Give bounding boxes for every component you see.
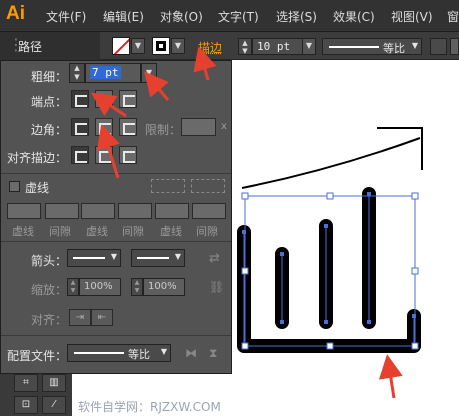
stroke-weight-field[interactable]: 10 pt — [252, 38, 304, 55]
gap-3-input[interactable] — [192, 203, 226, 219]
end-arrowhead-dropdown[interactable]: ▼ — [131, 249, 185, 267]
miter-join-button[interactable] — [71, 118, 89, 136]
arrow-extend-button[interactable]: ⇥ — [69, 309, 91, 326]
weight-panel-stepper[interactable]: ▲ ▼ — [69, 63, 85, 83]
align-inside-button[interactable] — [95, 146, 113, 164]
gap-2-label: 间隙 — [122, 225, 144, 238]
width-profile-dropdown[interactable]: 等比 ▼ — [67, 344, 171, 362]
dash-3-label: 虚线 — [160, 225, 182, 238]
swap-arrowheads-icon[interactable]: ⇄ — [209, 251, 220, 266]
arrow-align-label: 对齐： — [31, 313, 68, 327]
symbol-sprayer-tool-icon[interactable]: ⌗ — [14, 374, 38, 392]
window-button[interactable] — [450, 38, 459, 55]
scale-start-stepper[interactable]: ▲ ▼ — [67, 278, 79, 296]
dash-3-input[interactable] — [155, 203, 189, 219]
cap-label: 端点： — [31, 95, 68, 109]
weight-dropdown-button[interactable]: ▼ — [141, 63, 157, 83]
dash-1-input[interactable] — [7, 203, 41, 219]
dashed-label: 虚线 — [25, 181, 50, 195]
app-logo: Ai — [6, 3, 25, 24]
control-bar: ⋮ 路径 ▼ ▼ 描边 ▲ ▼ 10 pt ▼ 等比 ▼ — [0, 32, 459, 60]
flip-vertical-icon[interactable]: ⧗ — [209, 346, 217, 361]
chevron-down-icon: ▼ — [174, 252, 181, 261]
slice-tool-icon[interactable]: ⁄ — [42, 396, 66, 414]
graph-tool-icon[interactable]: ▥ — [42, 374, 66, 392]
flip-horizontal-icon[interactable]: ⧓ — [185, 346, 197, 360]
butt-cap-button[interactable] — [71, 90, 89, 108]
chevron-down-icon: ▼ — [411, 41, 418, 50]
bevel-join-button[interactable] — [119, 118, 137, 136]
fill-swatch[interactable] — [112, 37, 130, 55]
gap-2-input[interactable] — [118, 203, 152, 219]
stroke-panel: 粗细： ▲ ▼ 7 pt ▼ 端点： 边角： 限制： x 对齐描边： 虚线 虚线 … — [0, 60, 232, 374]
gap-1-label: 间隙 — [49, 225, 71, 238]
panel-menu-button[interactable] — [430, 38, 447, 55]
stroke-dropdown-arrow[interactable]: ▼ — [171, 38, 185, 54]
weight-input-value: 7 pt — [90, 66, 121, 79]
arrow-place-button[interactable]: ⇤ — [91, 309, 113, 326]
dash-align-button[interactable] — [191, 179, 225, 193]
profile-line-icon — [329, 46, 379, 48]
selection-type-label: 路径 — [18, 40, 43, 54]
corner-label: 边角： — [31, 123, 68, 137]
trend-arrow-head[interactable] — [377, 127, 423, 170]
divider — [1, 173, 231, 174]
none-fill-icon — [113, 38, 129, 54]
menu-effect[interactable]: 效果(C) — [333, 8, 375, 25]
tools-panel: ⌗ ▥ ⊡ ⁄ — [0, 374, 72, 416]
menu-type[interactable]: 文字(T) — [218, 8, 259, 25]
round-join-button[interactable] — [95, 118, 113, 136]
scale-end-field[interactable]: 100% — [143, 278, 185, 296]
link-scale-icon[interactable]: ⛓ — [209, 280, 224, 294]
limit-label: 限制： — [145, 123, 182, 137]
arrowhead-label: 箭头： — [31, 254, 68, 268]
menu-bar: Ai 文件(F) 编辑(E) 对象(O) 文字(T) 选择(S) 效果(C) 视… — [0, 0, 459, 32]
artboard-canvas[interactable] — [232, 60, 459, 374]
profile-panel-label: 配置文件： — [7, 349, 68, 363]
dashed-checkbox[interactable] — [9, 181, 20, 192]
menu-object[interactable]: 对象(O) — [160, 8, 203, 25]
chevron-down-icon: ▼ — [160, 347, 167, 356]
scale-end-stepper[interactable]: ▲ ▼ — [131, 278, 143, 296]
limit-input[interactable] — [181, 118, 216, 136]
watermark-text: 软件自学网：RJZXW.COM — [78, 400, 221, 414]
gap-1-input[interactable] — [45, 203, 79, 219]
round-cap-button[interactable] — [95, 90, 113, 108]
menu-file[interactable]: 文件(F) — [46, 8, 86, 25]
dash-1-label: 虚线 — [12, 225, 34, 238]
profile-line-icon — [74, 352, 124, 354]
width-profile-value: 等比 — [128, 348, 150, 361]
menu-select[interactable]: 选择(S) — [276, 8, 317, 25]
fill-dropdown-arrow[interactable]: ▼ — [131, 38, 145, 54]
divider — [1, 335, 231, 336]
weight-stepper[interactable]: ▲ ▼ — [238, 38, 252, 55]
stroke-swatch[interactable] — [152, 37, 170, 55]
scale-label: 缩放： — [31, 283, 68, 297]
profile-dropdown[interactable]: 等比 ▼ — [322, 38, 422, 55]
align-outside-button[interactable] — [119, 146, 137, 164]
align-stroke-label: 对齐描边： — [7, 151, 68, 165]
trend-curve[interactable] — [241, 137, 421, 189]
weight-input[interactable]: 7 pt — [85, 63, 141, 83]
gap-3-label: 间隙 — [196, 225, 218, 238]
menu-edit[interactable]: 编辑(E) — [103, 8, 144, 25]
stroke-panel-link[interactable]: 描边 — [198, 39, 222, 56]
projecting-cap-button[interactable] — [119, 90, 137, 108]
menu-window[interactable]: 窗 — [447, 8, 459, 25]
divider — [1, 241, 231, 242]
weight-label: 粗细： — [31, 70, 68, 84]
chevron-down-icon: ▼ — [110, 252, 117, 261]
dash-2-label: 虚线 — [86, 225, 108, 238]
selection-indicator: ⋮ 路径 — [0, 32, 100, 60]
align-center-button[interactable] — [71, 146, 89, 164]
menu-view[interactable]: 视图(V) — [391, 8, 433, 25]
artboard-tool-icon[interactable]: ⊡ — [14, 396, 38, 414]
dash-preserve-button[interactable] — [151, 179, 185, 193]
limit-suffix: x — [221, 121, 227, 132]
dash-2-input[interactable] — [81, 203, 115, 219]
start-arrowhead-dropdown[interactable]: ▼ — [67, 249, 121, 267]
stroke-weight-dropdown[interactable]: ▼ — [302, 38, 316, 55]
profile-label: 等比 — [383, 42, 405, 55]
scale-start-field[interactable]: 100% — [79, 278, 121, 296]
